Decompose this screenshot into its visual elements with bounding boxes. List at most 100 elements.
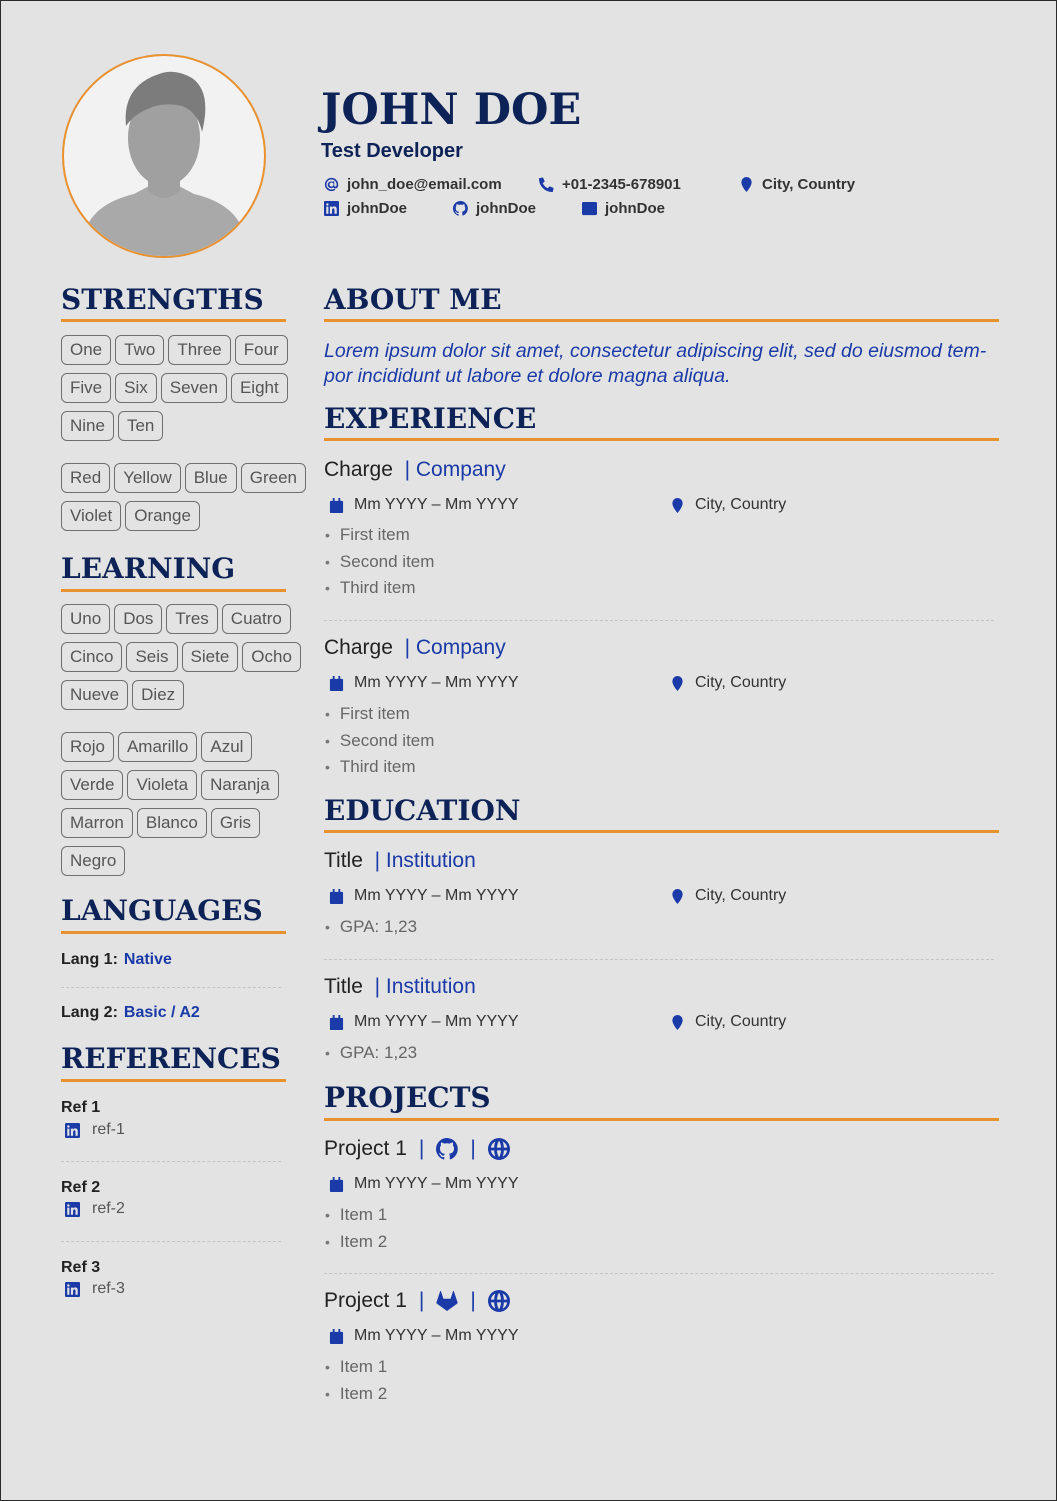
language-label: Lang 2: (61, 1004, 118, 1021)
experience-items: First item Second item Third item (325, 701, 435, 781)
map-pin-icon (672, 675, 683, 691)
gitlab-icon[interactable] (436, 1290, 458, 1312)
skill-tag: Violet (61, 501, 122, 531)
job-title: Test Developer (321, 140, 463, 162)
linkedin-text: johnDoe (347, 200, 407, 217)
projects-heading: PROJECTS (324, 1081, 491, 1114)
linkedin-icon (65, 1201, 80, 1217)
skill-tag: Rojo (61, 732, 114, 762)
divider (61, 1241, 281, 1242)
linkedin-icon (65, 1281, 80, 1297)
language-item: Lang 1: Native (61, 951, 172, 969)
reference-link[interactable]: ref-1 (65, 1121, 125, 1139)
devto-contact[interactable]: johnDoe (582, 200, 665, 217)
globe-icon[interactable] (487, 1138, 510, 1160)
calendar-icon (329, 1328, 344, 1344)
language-label: Lang 1: (61, 951, 118, 968)
divider (61, 1161, 281, 1162)
reference-link-text: ref-2 (92, 1200, 125, 1217)
learning-tags-2: Rojo Amarillo Azul Verde Violeta Naranja Marro… (61, 732, 311, 884)
reference-link[interactable]: ref-3 (65, 1280, 125, 1298)
calendar-icon (329, 497, 344, 513)
github-icon[interactable] (436, 1138, 459, 1160)
company-name: | Company (404, 636, 506, 659)
skill-tag: One (61, 335, 112, 365)
project-title: Project 1 (324, 1289, 407, 1312)
learning-tags-1: Uno Dos Tres Cuatro Cinco Seis Siete Ocho Nueve D… (61, 604, 311, 718)
list-item: First item (325, 522, 434, 549)
list-item: Third item (325, 754, 434, 781)
skill-tag: Naranja (201, 770, 279, 800)
company-name: | Company (404, 458, 506, 481)
separator: | (470, 1289, 476, 1312)
skill-tag: Uno (61, 604, 111, 634)
entry-location: City, Country (670, 496, 786, 514)
dates-text: Mm YYYY – Mm YYYY (354, 1327, 519, 1344)
reference-link[interactable]: ref-2 (65, 1200, 125, 1218)
about-rule (324, 319, 999, 322)
github-icon (453, 201, 468, 216)
divider (324, 620, 994, 621)
strengths-tags-1: One Two Three Four Five Six Seven Eight Nine Ten (61, 335, 311, 449)
entry-location: City, Country (670, 887, 786, 905)
skill-tag: Blue (184, 463, 237, 493)
education-items: GPA: 1,23 (325, 914, 417, 941)
date-range: Mm YYYY – Mm YYYY (329, 887, 519, 905)
github-text: johnDoe (476, 200, 536, 217)
project-title: Project 1 (324, 1137, 407, 1160)
project-items: Item 1 Item 2 (325, 1354, 387, 1407)
list-item: Item 2 (325, 1229, 387, 1256)
education-heading: EDUCATION (324, 794, 521, 827)
devto-icon (582, 201, 597, 216)
map-pin-icon (672, 888, 683, 904)
languages-heading: LANGUAGES (61, 894, 263, 927)
skill-tag: Amarillo (117, 732, 198, 762)
skill-tag: Blanco (136, 808, 207, 838)
divider (61, 987, 281, 988)
language-level: Basic / A2 (123, 1004, 200, 1021)
location-text: City, Country (695, 1013, 787, 1030)
language-item: Lang 2: Basic / A2 (61, 1004, 200, 1022)
dates-text: Mm YYYY – Mm YYYY (354, 1175, 519, 1192)
experience-items: First item Second item Third item (325, 522, 435, 602)
institution-name: | Institution (374, 975, 476, 998)
reference-link-text: ref-1 (92, 1121, 125, 1138)
list-item: GPA: 1,23 (325, 914, 417, 941)
skill-tag: Tres (166, 604, 218, 634)
divider (324, 959, 994, 960)
skill-tag: Azul (201, 732, 253, 762)
resume-page: JOHN DOE Test Developer john_doe@email.c… (0, 0, 1057, 1501)
calendar-icon (329, 888, 344, 904)
language-level: Native (123, 951, 172, 968)
references-rule (61, 1079, 286, 1082)
dates-text: Mm YYYY – Mm YYYY (354, 674, 519, 691)
calendar-icon (329, 1014, 344, 1030)
github-contact[interactable]: johnDoe (453, 200, 536, 217)
languages-rule (61, 931, 286, 934)
phone-contact[interactable]: +01-2345-678901 (539, 176, 681, 193)
references-heading: REFERENCES (61, 1042, 281, 1075)
about-line: por incididunt ut labore et dolore magna… (324, 365, 731, 387)
map-pin-icon (741, 177, 752, 192)
linkedin-contact[interactable]: johnDoe (324, 200, 407, 217)
email-contact[interactable]: john_doe@email.com (324, 176, 502, 193)
skill-tag: Gris (210, 808, 261, 838)
linkedin-icon (324, 201, 339, 216)
skill-tag: Seven (160, 373, 227, 403)
skill-tag: Siete (181, 642, 239, 672)
skill-tag: Eight (230, 373, 288, 403)
skill-tag: Negro (61, 846, 126, 876)
project-title-row: Project 1 | | (324, 1137, 510, 1161)
experience-rule (324, 438, 999, 441)
dates-text: Mm YYYY – Mm YYYY (354, 496, 519, 513)
learning-heading: LEARNING (61, 552, 236, 585)
experience-title: Charge | Company (324, 636, 506, 660)
list-item: Second item (325, 728, 435, 755)
globe-icon[interactable] (487, 1290, 510, 1312)
position-title: Charge (324, 636, 393, 659)
strengths-heading: STRENGTHS (61, 283, 264, 316)
skill-tag: Nueve (61, 680, 129, 710)
list-item: Third item (325, 575, 434, 602)
skill-tag: Five (61, 373, 112, 403)
project-title-row: Project 1 | | (324, 1289, 510, 1313)
